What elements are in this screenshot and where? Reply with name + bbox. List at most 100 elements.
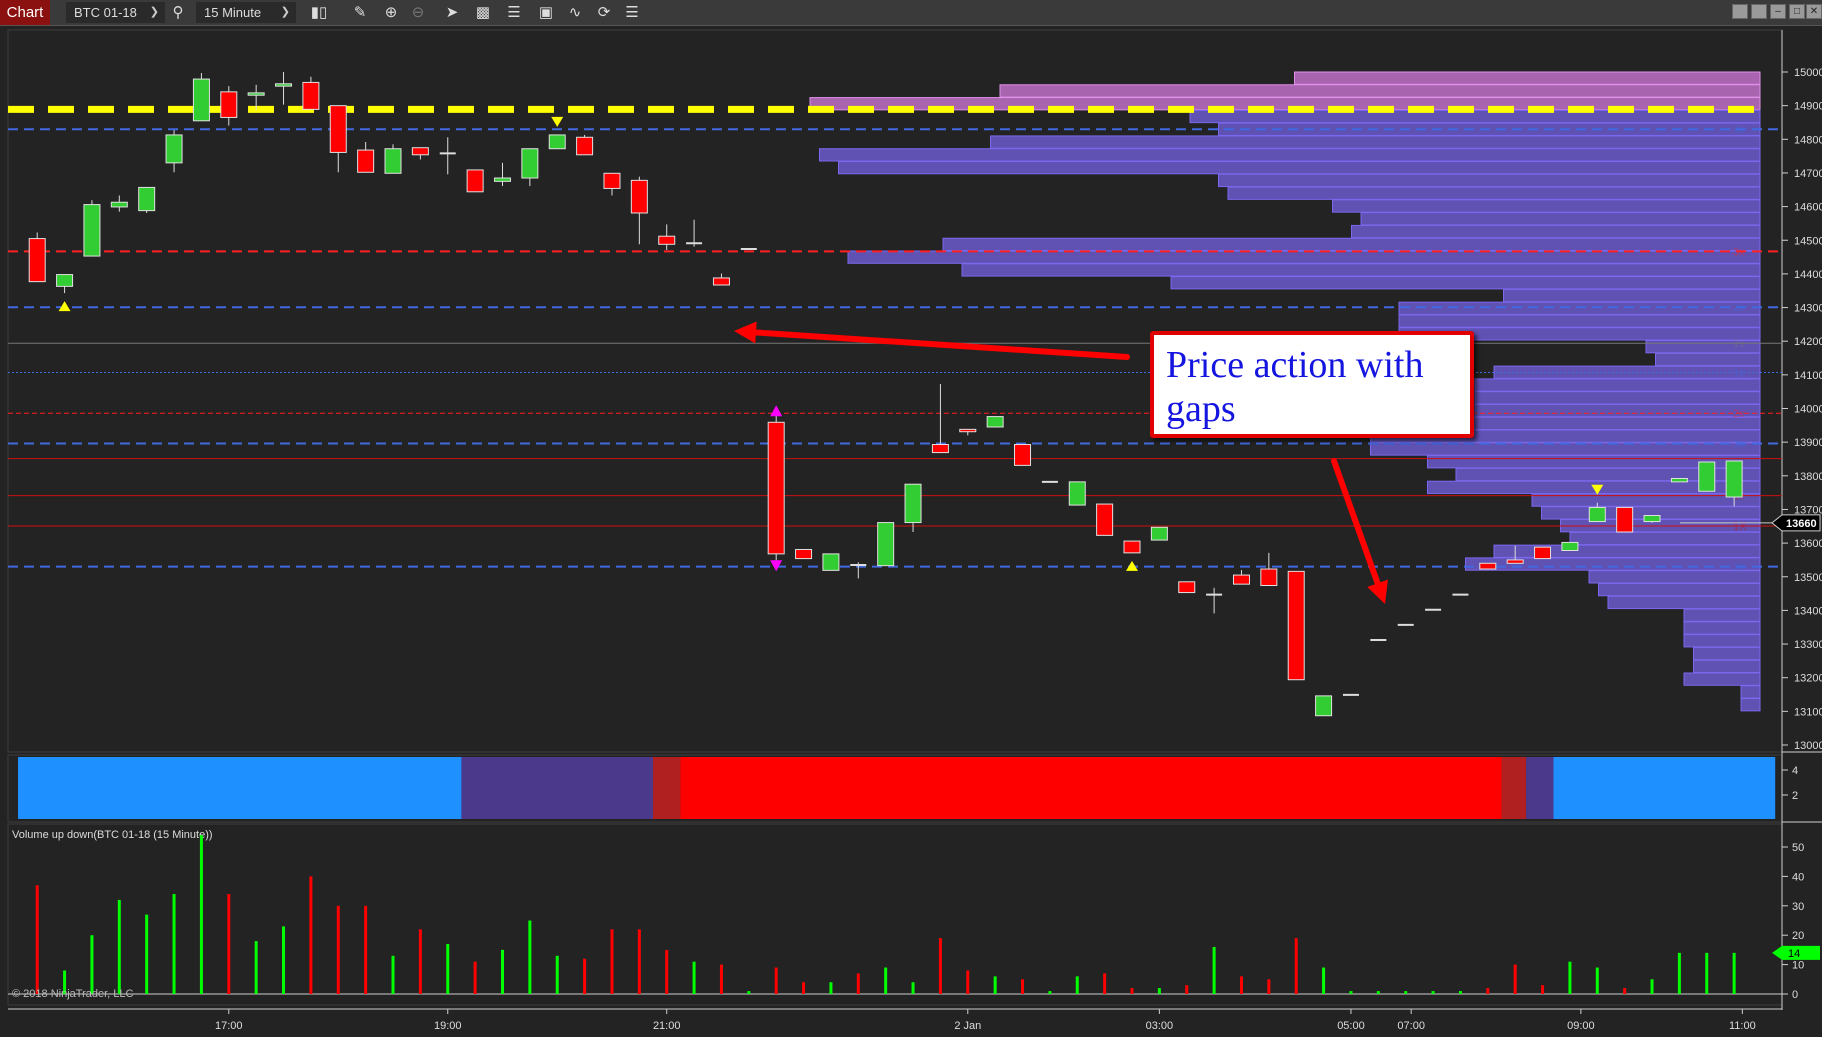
zoom-in-icon[interactable]: ⊕ bbox=[381, 2, 401, 23]
volume-bar bbox=[199, 835, 203, 994]
volume-indicator-label: Volume up down(BTC 01-18 (15 Minute)) bbox=[12, 829, 213, 841]
candle-body bbox=[712, 277, 730, 286]
data-box-icon[interactable]: ▩ bbox=[473, 2, 493, 23]
chart-canvas[interactable]: 4x3x2x1x1x2x3x1x1X3x13000131001320013300… bbox=[0, 0, 1822, 1037]
annotation-callout: Price action with gaps bbox=[1150, 331, 1474, 438]
candle-body bbox=[1123, 540, 1141, 554]
price-tick-label: 14500 bbox=[1794, 235, 1822, 247]
volume-profile-row bbox=[1360, 212, 1761, 226]
price-tick-label: 13100 bbox=[1794, 706, 1822, 718]
candle-body bbox=[329, 105, 347, 153]
pointer-icon[interactable]: ➤ bbox=[442, 2, 462, 23]
time-tick-label: 11:00 bbox=[1729, 1020, 1756, 1032]
tile-icon[interactable] bbox=[1751, 4, 1767, 19]
candle-body bbox=[247, 92, 265, 96]
pencil-icon[interactable]: ✎ bbox=[350, 2, 370, 23]
candle-body bbox=[384, 148, 402, 174]
volume-bar bbox=[145, 914, 149, 994]
chart-trader-icon[interactable]: ☰ bbox=[504, 2, 524, 23]
volume-profile-row bbox=[1398, 301, 1761, 315]
zoom-out-icon[interactable]: ⊖ bbox=[408, 2, 428, 23]
volume-bar bbox=[993, 976, 997, 994]
interval-value: 15 Minute bbox=[204, 5, 262, 20]
volume-profile-row bbox=[1351, 224, 1761, 239]
volume-bar bbox=[1404, 991, 1408, 994]
volume-bar bbox=[665, 949, 669, 994]
volume-profile-row bbox=[942, 237, 1761, 252]
time-tick-label: 17:00 bbox=[215, 1020, 243, 1032]
volume-profile-row bbox=[1683, 621, 1761, 635]
candle-body bbox=[1150, 526, 1168, 541]
candle-body bbox=[1506, 559, 1524, 564]
volume-bar bbox=[1513, 964, 1517, 994]
candle-body bbox=[959, 428, 977, 433]
volume-profile-row bbox=[819, 148, 1761, 162]
volume-bar bbox=[117, 899, 121, 994]
volume-tick-label: 20 bbox=[1792, 930, 1804, 942]
candle-body bbox=[302, 81, 320, 110]
refresh-icon[interactable]: ⟳ bbox=[594, 2, 614, 23]
candle-body bbox=[904, 483, 922, 524]
candle-body bbox=[795, 548, 813, 560]
candle-body bbox=[1534, 546, 1552, 560]
price-tick-label: 14900 bbox=[1794, 101, 1822, 113]
maximize-icon[interactable]: □ bbox=[1789, 4, 1805, 19]
candle-body bbox=[767, 421, 785, 555]
chart-menu-button[interactable]: Chart bbox=[0, 0, 50, 25]
volume-bar bbox=[90, 935, 94, 994]
price-tick-label: 14300 bbox=[1794, 303, 1822, 315]
volume-bar bbox=[35, 885, 39, 994]
volume-profile-row bbox=[1655, 352, 1761, 367]
volume-bar bbox=[1267, 979, 1271, 994]
candle-body bbox=[1315, 695, 1333, 717]
candle-body bbox=[521, 148, 539, 179]
volume-profile-row bbox=[1740, 698, 1761, 712]
volume-bar bbox=[473, 961, 477, 994]
strategies-icon[interactable]: ∿ bbox=[565, 2, 585, 23]
band-tick-label: 4 bbox=[1792, 765, 1798, 777]
tile-icon[interactable] bbox=[1732, 4, 1748, 19]
candle-body bbox=[1068, 481, 1086, 506]
price-tick-label: 13800 bbox=[1794, 471, 1822, 483]
time-tick-label: 21:00 bbox=[653, 1020, 681, 1032]
candle-body bbox=[83, 204, 101, 257]
candle-body bbox=[576, 136, 594, 156]
volume-bar bbox=[227, 894, 231, 994]
volume-bar bbox=[391, 955, 395, 994]
price-tick-label: 13900 bbox=[1794, 437, 1822, 449]
candle-body bbox=[110, 201, 128, 208]
candle-body bbox=[1096, 503, 1114, 536]
search-icon[interactable]: ⚲ bbox=[168, 2, 188, 23]
volume-bar bbox=[528, 920, 532, 994]
volume-profile-row bbox=[1607, 595, 1761, 610]
volume-profile-row bbox=[1294, 71, 1761, 85]
volume-profile-row bbox=[1693, 659, 1761, 673]
volume-bar bbox=[1732, 952, 1736, 994]
candle-body bbox=[1561, 541, 1579, 552]
price-tick-label: 14800 bbox=[1794, 134, 1822, 146]
volume-bar bbox=[774, 967, 778, 994]
volume-bar bbox=[911, 982, 915, 994]
templates-icon[interactable]: ▣ bbox=[536, 2, 556, 23]
time-tick-label: 03:00 bbox=[1146, 1020, 1174, 1032]
candle-body bbox=[1643, 515, 1661, 523]
candle-body bbox=[275, 83, 293, 87]
instrument-selector[interactable]: BTC 01-18 ❯ bbox=[66, 2, 165, 23]
volume-bar bbox=[747, 991, 751, 994]
properties-icon[interactable]: ☰ bbox=[622, 2, 642, 23]
volume-bar bbox=[1623, 988, 1627, 994]
volume-bar bbox=[1075, 976, 1079, 994]
interval-selector[interactable]: 15 Minute ❯ bbox=[196, 2, 296, 23]
price-tick-label: 13500 bbox=[1794, 572, 1822, 584]
volume-profile-row bbox=[1683, 608, 1761, 622]
candle-body bbox=[1588, 506, 1606, 523]
price-tick-label: 15000 bbox=[1794, 67, 1822, 79]
close-icon[interactable]: ✕ bbox=[1806, 4, 1822, 19]
price-tick-label: 13600 bbox=[1794, 538, 1822, 550]
volume-bar bbox=[610, 929, 614, 994]
candle-body bbox=[1698, 461, 1716, 492]
time-tick-label: 05:00 bbox=[1337, 1020, 1365, 1032]
minimize-icon[interactable]: – bbox=[1770, 4, 1786, 19]
bar-type-icon[interactable]: ▮▯ bbox=[309, 2, 329, 23]
volume-bar bbox=[1705, 952, 1709, 994]
